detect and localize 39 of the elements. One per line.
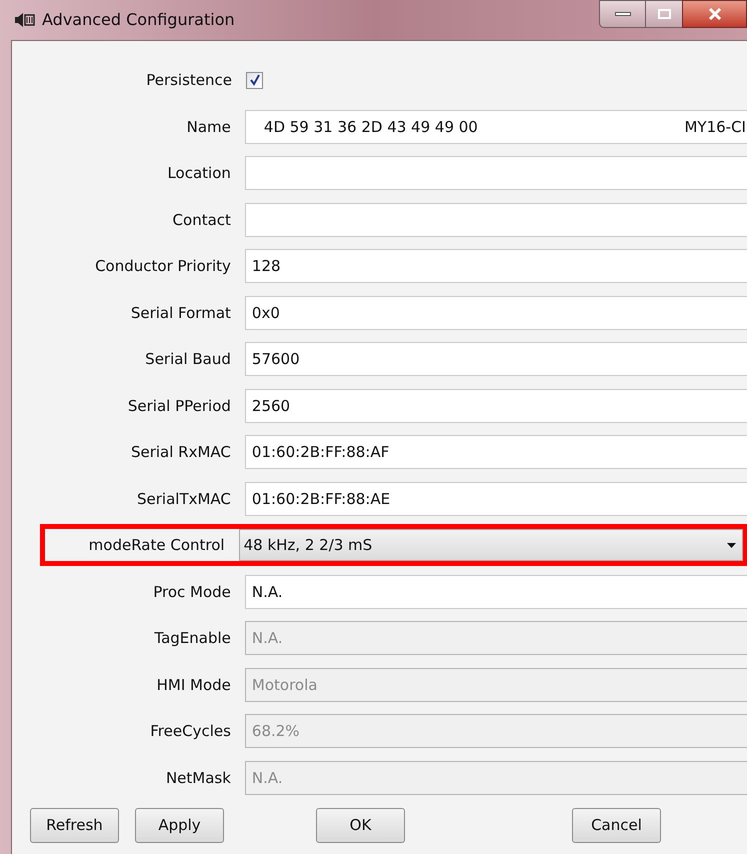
field-label: SerialTxMAC <box>137 488 231 510</box>
caret-icon <box>727 542 736 548</box>
field-label: Proc Mode <box>153 582 231 602</box>
field-label: NetMask <box>166 768 231 788</box>
speaker-icon <box>14 12 36 28</box>
dropdown[interactable]: 48 kHz, 2 2/3 mS <box>238 529 743 562</box>
field-label: HMI Mode <box>156 674 231 696</box>
window-title: Advanced Configuration <box>42 9 235 31</box>
minimize-button[interactable] <box>599 0 646 28</box>
field-label: Persistence <box>146 70 232 91</box>
input-field[interactable]: N.A. <box>244 574 747 609</box>
field-label: Serial PPeriod <box>128 396 231 416</box>
field-label: FreeCycles <box>150 721 231 742</box>
field-label: Name <box>186 116 231 138</box>
dialog-button[interactable]: Refresh <box>30 808 119 842</box>
input-field[interactable]: 01:60:2B:FF:88:AF <box>244 435 747 470</box>
input-field[interactable] <box>244 156 747 190</box>
input-field[interactable]: 01:60:2B:FF:88:AE <box>244 482 747 516</box>
dialog-button[interactable]: OK <box>316 808 405 842</box>
input-field[interactable] <box>244 202 747 237</box>
dialog-button[interactable]: Cancel <box>572 808 661 842</box>
close-button[interactable] <box>682 0 747 28</box>
input-field[interactable]: 57600 <box>244 342 747 376</box>
field-label: TagEnable <box>154 628 231 649</box>
field-label: Serial RxMAC <box>130 442 231 463</box>
checkbox[interactable] <box>246 72 263 89</box>
close-icon <box>708 8 722 20</box>
maximize-button[interactable] <box>646 0 682 28</box>
field-label: modeRate Control <box>88 535 225 556</box>
input-field[interactable]: 4D 59 31 36 2D 43 49 49 00 MY16-CI <box>244 110 747 144</box>
input-field[interactable]: 2560 <box>244 388 747 423</box>
field-label: Serial Format <box>130 302 231 324</box>
field-label: Serial Baud <box>145 349 231 370</box>
input-field[interactable]: 0x0 <box>244 296 747 330</box>
dialog-button[interactable]: Apply <box>135 808 224 842</box>
field-label: Location <box>167 163 231 184</box>
field-label: Contact <box>172 210 231 230</box>
input-field[interactable]: 128 <box>244 249 747 284</box>
field-label: Conductor Priority <box>95 256 231 277</box>
